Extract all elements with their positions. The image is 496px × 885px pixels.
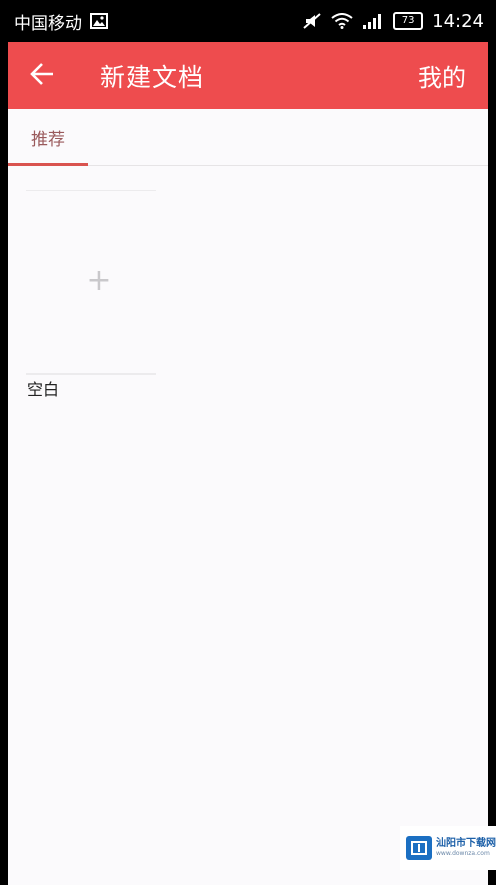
- status-time: 14:24: [432, 10, 484, 32]
- tab-indicator: [8, 163, 88, 166]
- watermark-text: 汕阳市下载网 www.downza.com: [436, 839, 496, 857]
- template-label: 空白: [27, 380, 60, 399]
- status-right: 73 14:24: [302, 11, 484, 32]
- watermark-subtitle: www.downza.com: [436, 850, 490, 857]
- page-title: 新建文档: [100, 62, 205, 92]
- carrier-name: 中国移动: [14, 13, 82, 34]
- watermark-title: 汕阳市下载网: [436, 838, 496, 849]
- status-bar: 中国移动 73 14:24: [0, 0, 496, 42]
- plus-icon: +: [86, 263, 112, 298]
- toolbar: 新建文档 我的: [8, 42, 488, 109]
- wifi-icon: [331, 13, 353, 29]
- watermark: 汕阳市下载网 www.downza.com: [400, 826, 496, 870]
- back-button[interactable]: [12, 42, 72, 109]
- status-left: 中国移动: [14, 9, 108, 34]
- tab-recommend[interactable]: 推荐: [8, 109, 88, 165]
- image-notification-icon: [90, 13, 108, 29]
- mine-button[interactable]: 我的: [418, 42, 466, 109]
- tab-bar: 推荐: [8, 109, 488, 166]
- blank-template-card[interactable]: +: [26, 190, 156, 375]
- signal-icon: [362, 13, 384, 29]
- watermark-logo-icon: [406, 836, 432, 860]
- arrow-left-icon: [29, 62, 55, 90]
- battery-icon: 73: [393, 12, 424, 30]
- mute-icon: [302, 12, 322, 30]
- app-window: 新建文档 我的 推荐 + 空白: [8, 42, 488, 885]
